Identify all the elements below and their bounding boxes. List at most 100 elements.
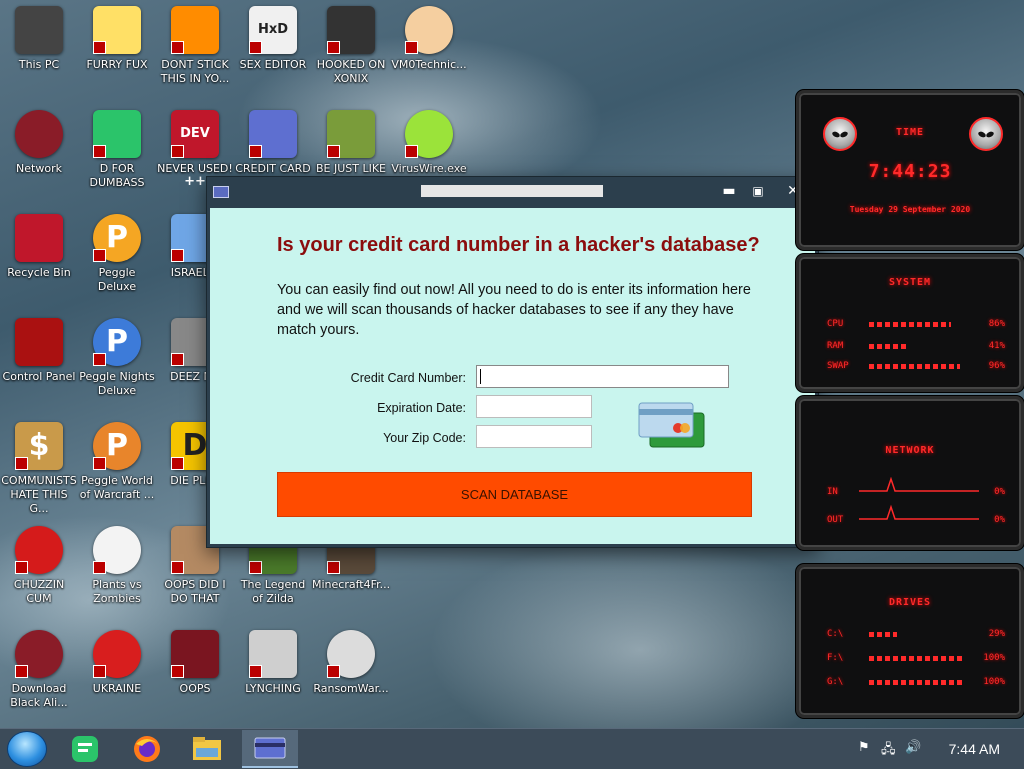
- cartoon-face-icon: [93, 6, 141, 54]
- firefox-taskbar-button[interactable]: [128, 732, 166, 768]
- network-panel: NETWORK IN 0% OUT 0%: [796, 396, 1024, 550]
- lime-icon: [405, 110, 453, 158]
- desktop-icon-cone[interactable]: DONT STICK THIS IN YO...: [156, 4, 234, 108]
- desktop-icon-label: Peggle Nights Deluxe: [79, 370, 155, 397]
- taskbar-clock[interactable]: 7:44 AM: [949, 741, 1000, 757]
- desktop-icon-radiation[interactable]: UKRAINE: [78, 628, 156, 728]
- desktop-icon-peggle-wow[interactable]: P Peggle World of Warcraft ...: [78, 420, 156, 524]
- monitor-icon: [15, 6, 63, 54]
- system-metric-name: CPU: [827, 319, 844, 329]
- desktop-icon-label: This PC: [18, 58, 60, 71]
- credit-card-icon: [249, 110, 297, 158]
- desktop-icon-black-orb[interactable]: Download Black Ali...: [0, 628, 78, 728]
- desktop-icon-label: OOPS: [179, 682, 211, 695]
- doctor-icon: [405, 6, 453, 54]
- desktop-icon-label: UKRAINE: [92, 682, 142, 695]
- firefox-icon: [134, 736, 160, 762]
- green-chat-icon: [93, 110, 141, 158]
- file-explorer-taskbar-button[interactable]: [188, 732, 226, 768]
- shortcut-arrow-icon: [249, 145, 262, 158]
- recycle-bin-icon: [15, 214, 63, 262]
- system-metric-level-bar: [869, 322, 951, 327]
- desktop-icon-network-orb[interactable]: Network: [0, 108, 78, 212]
- devcpp-icon: DEV ++: [171, 110, 219, 189]
- shortcut-arrow-icon: [327, 145, 340, 158]
- network-metric-value: 0%: [994, 487, 1005, 497]
- desktop-icon-gear-rope[interactable]: LYNCHING: [234, 628, 312, 728]
- start-orb-icon[interactable]: [7, 731, 47, 767]
- desktop-icon-green-chat[interactable]: D FOR DUMBASS: [78, 108, 156, 212]
- desktop-icon-money-bag[interactable]: $ COMMUNISTS HATE THIS G...: [0, 420, 78, 524]
- expiration-date-input[interactable]: [476, 395, 592, 418]
- system-metric-name: SWAP: [827, 361, 849, 371]
- scan-database-button[interactable]: SCAN DATABASE: [277, 472, 752, 517]
- flag-icon[interactable]: ⚑: [858, 740, 870, 755]
- shortcut-arrow-icon: [249, 561, 262, 574]
- desktop-icon-label: COMMUNISTS HATE THIS G...: [1, 474, 77, 515]
- minimize-button[interactable]: ▬: [715, 179, 743, 203]
- volume-icon[interactable]: 🔊: [905, 740, 921, 755]
- credit-card-number-label: Credit Card Number:: [350, 371, 466, 385]
- desktop-icon-peggle[interactable]: P Peggle Deluxe: [78, 212, 156, 316]
- desktop-icon-skull[interactable]: RansomWar...: [312, 628, 390, 728]
- gear-rope-icon: [249, 630, 297, 678]
- desktop-icon-label: Minecraft4Fr...: [312, 578, 391, 591]
- desktop-icon-doctor[interactable]: VM0Technic...: [390, 4, 468, 108]
- window-titlebar[interactable]: Credit Card Checker ▬ ▣ ✕: [207, 177, 818, 207]
- credit-card-checker-taskbar-button[interactable]: [242, 730, 298, 768]
- desktop-icon-peggle-nights[interactable]: P Peggle Nights Deluxe: [78, 316, 156, 420]
- desktop-icon-xonix[interactable]: HOOKED ON XONIX: [312, 4, 390, 108]
- shortcut-arrow-icon: [93, 561, 106, 574]
- shortcut-arrow-icon: [327, 41, 340, 54]
- desktop: This PC FURRY FUX DONT STICK THIS IN YO...…: [0, 0, 1024, 728]
- desktop-icon-label: Control Panel: [2, 370, 76, 383]
- shortcut-arrow-icon: [15, 457, 28, 470]
- xonix-icon: [327, 6, 375, 54]
- system-monitor-gadget: TIME 7:44:23 Tuesday 29 September 2020 S…: [792, 90, 1024, 720]
- shortcut-arrow-icon: [93, 665, 106, 678]
- system-metric-value: 41%: [988, 341, 1005, 351]
- zip-code-input[interactable]: [476, 425, 592, 448]
- shortcut-arrow-icon: [93, 353, 106, 366]
- network-icon[interactable]: 🖧: [881, 740, 896, 762]
- drive-value: 100%: [983, 653, 1005, 663]
- shortcut-arrow-icon: [171, 665, 184, 678]
- desktop-icon-label: VM0Technic...: [391, 58, 467, 71]
- shortcut-arrow-icon: [327, 561, 340, 574]
- drive-name: G:\: [827, 677, 844, 687]
- chuzzle-icon: [15, 526, 63, 574]
- maximize-button[interactable]: ▣: [744, 179, 772, 203]
- system-panel: SYSTEM CPU 86% RAM 41% SWAP 96%: [796, 254, 1024, 392]
- desktop-icon-chuzzle[interactable]: CHUZZIN CUM: [0, 524, 78, 628]
- credit-card-checker-window: Credit Card Checker ▬ ▣ ✕ Is your credit…: [206, 176, 819, 548]
- elf-icon: [327, 110, 375, 158]
- desktop-icon-control-panel[interactable]: Control Panel: [0, 316, 78, 420]
- flower-icon: [93, 526, 141, 574]
- time-display: 7:44:23: [868, 161, 952, 182]
- shortcut-arrow-icon: [171, 145, 184, 158]
- desktop-icon-recycle-bin[interactable]: Recycle Bin: [0, 212, 78, 316]
- shortcut-arrow-icon: [93, 457, 106, 470]
- credit-card-number-input[interactable]: [476, 365, 729, 388]
- desktop-icon-label: FURRY FUX: [86, 58, 148, 71]
- file-explorer-icon: [193, 737, 221, 760]
- desktop-icon-cartoon-face[interactable]: FURRY FUX: [78, 4, 156, 108]
- desktop-icon-monitor[interactable]: This PC: [0, 4, 78, 108]
- desktop-icon-flower[interactable]: Plants vs Zombies: [78, 524, 156, 628]
- shortcut-arrow-icon: [171, 457, 184, 470]
- shortcut-arrow-icon: [15, 665, 28, 678]
- network-metric-name: IN: [827, 487, 838, 497]
- drive-name: C:\: [827, 629, 844, 639]
- shortcut-arrow-icon: [93, 41, 106, 54]
- green-chat-icon: [72, 736, 98, 762]
- control-panel-icon: [15, 318, 63, 366]
- black-orb-icon: [15, 630, 63, 678]
- shortcut-arrow-icon: [405, 41, 418, 54]
- system-metric-value: 96%: [988, 361, 1005, 371]
- green-chat-taskbar-button[interactable]: [66, 732, 104, 768]
- shortcut-arrow-icon: [249, 41, 262, 54]
- window-content: Is your credit card number in a hacker's…: [210, 208, 815, 544]
- desktop-icon-frame[interactable]: OOPS: [156, 628, 234, 728]
- text-caret: [480, 369, 481, 384]
- desktop-icon-hxd[interactable]: HxD SEX EDITOR: [234, 4, 312, 108]
